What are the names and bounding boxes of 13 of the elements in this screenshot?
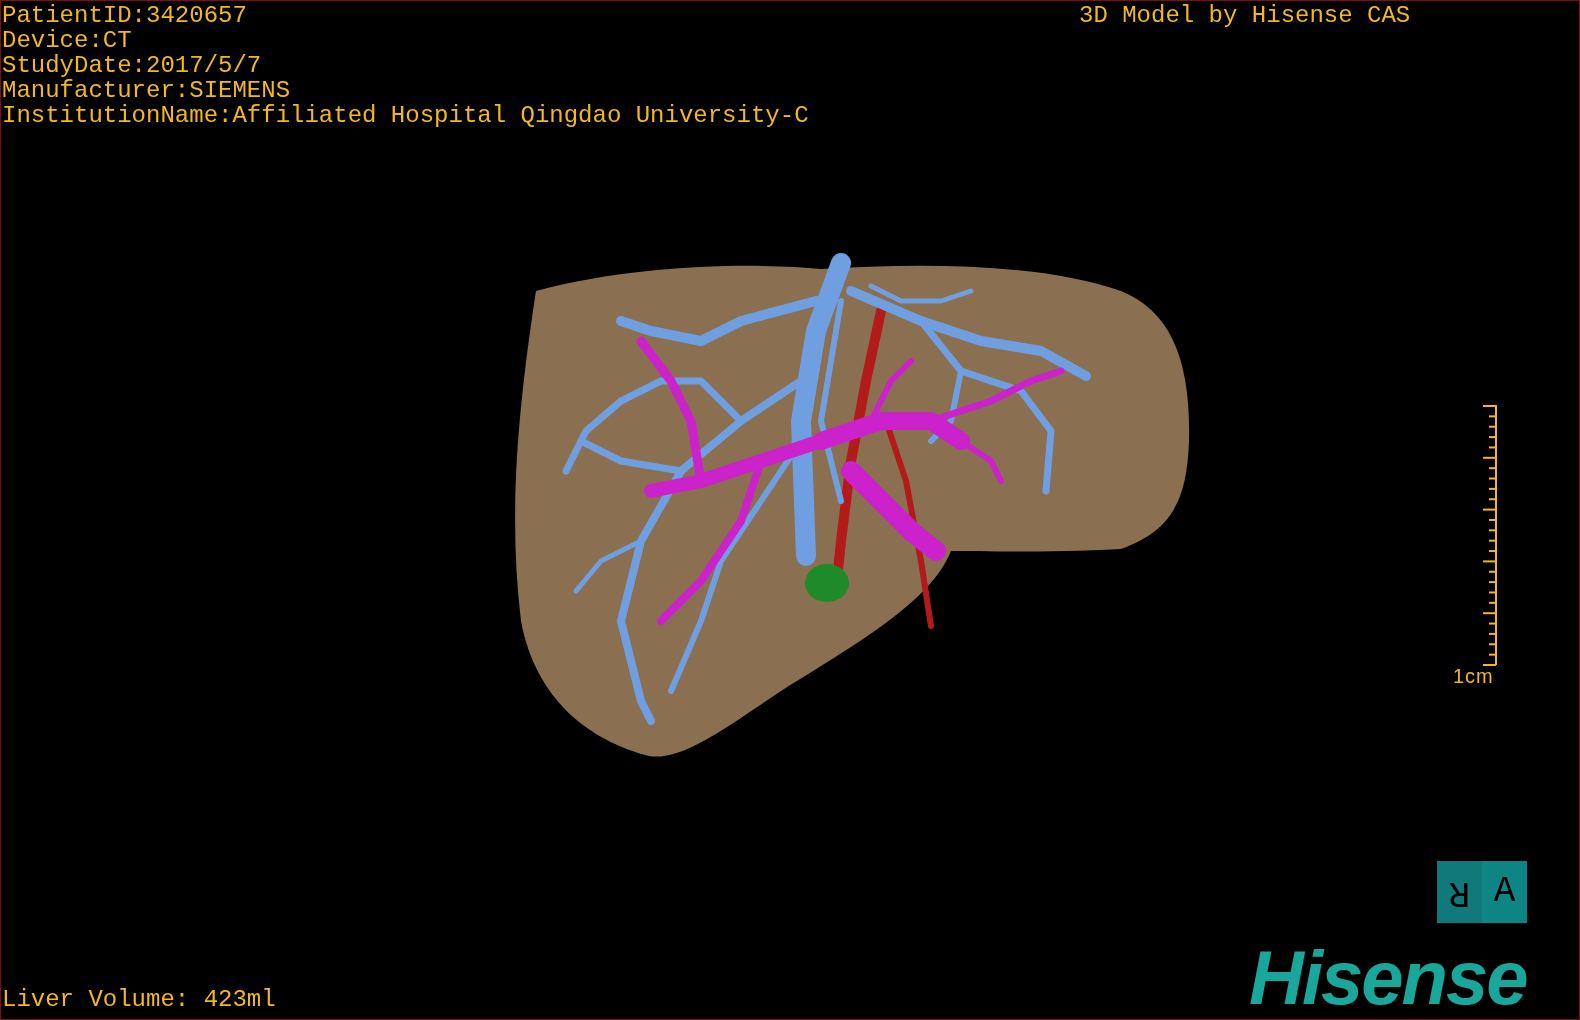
patient-info-line: Manufacturer:SIEMENS	[2, 78, 292, 103]
liver-volume-text: Liver Volume: 423ml	[2, 987, 276, 1012]
orientation-cube[interactable]: R A	[1437, 861, 1527, 923]
patient-info-line: PatientID:3420657	[2, 3, 248, 28]
logo-text: Hisense	[1249, 935, 1527, 1019]
patient-info-line: Device:CT	[2, 28, 133, 53]
scale-label: 1cm	[1453, 665, 1494, 687]
patient-info-line: InstitutionName:Affiliated Hospital Qingdao University-C	[2, 103, 809, 128]
patient-info-line: StudyDate:2017/5/7	[2, 53, 263, 78]
orientation-label: A	[1482, 861, 1527, 923]
scale-ruler-icon	[1482, 405, 1498, 666]
header-text: 3D Model by Hisense CAS	[1079, 3, 1411, 28]
orientation-label: R	[1447, 871, 1472, 915]
